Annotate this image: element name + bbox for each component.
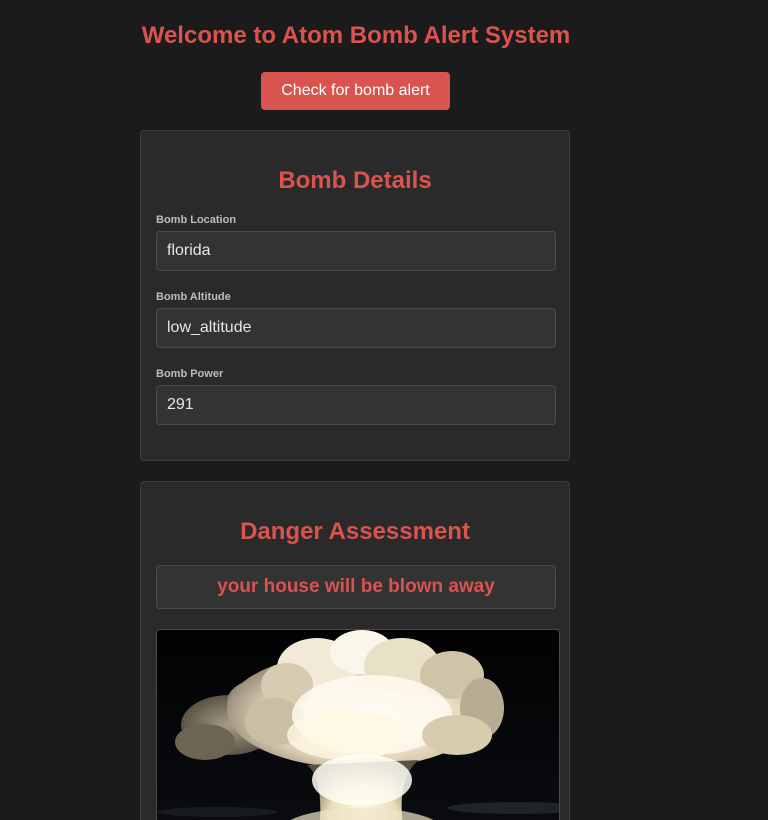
danger-assessment-card: Danger Assessment your house will be blo… (140, 481, 570, 820)
bomb-altitude-input[interactable] (156, 308, 556, 348)
bomb-details-title: Bomb Details (278, 167, 432, 194)
mushroom-cloud-image (156, 629, 560, 820)
bomb-location-input[interactable] (156, 231, 556, 271)
bomb-details-card: Bomb Details Bomb Location Bomb Altitude… (140, 130, 570, 461)
bomb-power-label: Bomb Power (156, 368, 224, 380)
mushroom-cloud-illustration (157, 630, 559, 820)
danger-message: your house will be blown away (156, 565, 556, 609)
bomb-power-input[interactable] (156, 385, 556, 425)
check-bomb-alert-button[interactable]: Check for bomb alert (261, 72, 450, 110)
bomb-altitude-label: Bomb Altitude (156, 291, 231, 303)
page: Welcome to Atom Bomb Alert System Check … (0, 0, 768, 820)
danger-assessment-title: Danger Assessment (240, 518, 470, 545)
bomb-location-label: Bomb Location (156, 214, 237, 226)
page-title: Welcome to Atom Bomb Alert System (141, 22, 571, 49)
